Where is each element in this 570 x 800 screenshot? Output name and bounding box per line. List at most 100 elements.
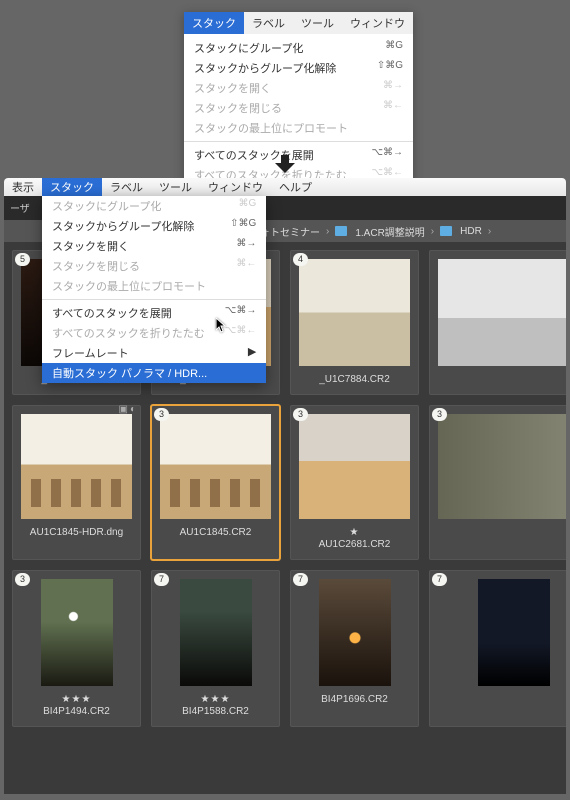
menu-item-label: スタックにグループ化	[194, 40, 303, 56]
thumbnail-cell[interactable]: 3	[429, 405, 566, 560]
cursor-icon	[216, 318, 228, 334]
thumbnail-cell[interactable]	[429, 250, 566, 395]
menu-item-ungroup[interactable]: スタックからグループ化解除⇧⌘G	[184, 58, 413, 78]
app-menubar: 表示 スタック ラベル ツール ウィンドウ ヘルプ	[4, 178, 566, 196]
filename-label: _U1C7884.CR2	[291, 374, 418, 386]
menu-item-label: すべてのスタックを展開	[52, 305, 172, 321]
stack-count-badge: 3	[432, 408, 447, 421]
shortcut: ⌘←	[236, 258, 256, 274]
menu-item-close-stack: スタックを閉じる ⌘←	[184, 98, 413, 118]
stack-count-badge: 5	[15, 253, 30, 266]
dd-promote: スタックの最上位にプロモート	[42, 276, 266, 296]
filename-label: BI4P1494.CR2	[13, 706, 140, 718]
menubar-tool[interactable]: ツール	[151, 178, 200, 197]
menu-item-expand-all[interactable]: すべてのスタックを展開⌥⌘→	[184, 145, 413, 165]
thumbnail-caption: ★AU1C2681.CR2	[291, 523, 418, 559]
thumbnail-cell[interactable]: 7BI4P1696.CR2	[290, 570, 419, 727]
menu-item-label: すべてのスタックを折りたたむ	[52, 325, 205, 341]
tab-window[interactable]: ウィンドウ	[342, 12, 413, 34]
chevron-right-icon: ›	[326, 226, 329, 237]
menu-item-label: フレームレート	[52, 345, 129, 361]
thumbnail-caption	[430, 690, 566, 702]
thumbnail-cell[interactable]: 3 AU1C1845.CR2	[151, 405, 280, 560]
thumbnail-caption	[430, 523, 566, 535]
menubar-help[interactable]: ヘルプ	[271, 178, 320, 197]
thumbnail-caption: ★★★BI4P1588.CR2	[152, 690, 279, 726]
adjust-icon: ◐	[130, 404, 136, 415]
menu-separator	[184, 141, 413, 142]
thumbnail-image[interactable]	[21, 414, 132, 519]
menu-item-label: スタックの最上位にプロモート	[52, 278, 206, 294]
thumbnail-image[interactable]	[438, 414, 566, 519]
menu-item-open-stack: スタックを開く ⌘→	[184, 78, 413, 98]
menu-item-label: すべてのスタックを展開	[194, 147, 314, 163]
breadcrumb-item[interactable]: HDR	[460, 226, 482, 237]
dd-close-stack: スタックを閉じる⌘←	[42, 256, 266, 276]
dd-framerate[interactable]: フレームレート▶	[42, 343, 266, 363]
chevron-right-icon: ›	[431, 226, 434, 237]
dd-collapse-all: すべてのスタックを折りたたむ⌥⌘←	[42, 323, 266, 343]
thumbnail-image[interactable]	[438, 259, 566, 366]
thumbnail-image[interactable]	[478, 579, 550, 686]
app-window: 表示 スタック ラベル ツール ウィンドウ ヘルプ ーザ タルフォトセミナー ›…	[4, 178, 566, 794]
dd-expand-all[interactable]: すべてのスタックを展開⌥⌘→	[42, 303, 266, 323]
dd-group: スタックにグループ化⌘G	[42, 196, 266, 216]
folder-icon	[440, 226, 452, 236]
top-menu-tabs: スタック ラベル ツール ウィンドウ	[184, 12, 413, 34]
menu-item-group[interactable]: スタックにグループ化 ⌘G	[184, 38, 413, 58]
thumbnail-cell[interactable]: ▣◐ AU1C1845-HDR.dng	[12, 405, 141, 560]
stack-count-badge: 7	[154, 573, 169, 586]
thumbnail-cell[interactable]: 4_U1C7884.CR2	[290, 250, 419, 395]
shortcut: ⌘→	[383, 80, 403, 96]
menu-item-label: スタックを開く	[194, 80, 271, 96]
stack-count-badge: 3	[15, 573, 30, 586]
shortcut: ⌘G	[385, 40, 403, 56]
shortcut: ⌘G	[239, 198, 257, 214]
filename-label: AU1C1845.CR2	[152, 527, 279, 539]
arrow-down-icon	[275, 155, 295, 173]
rating-stars: ★★★	[13, 694, 140, 706]
rating-stars: ★★★	[152, 694, 279, 706]
stack-count-badge: 3	[154, 408, 169, 421]
stack-count-badge: 7	[432, 573, 447, 586]
edit-icons: ▣◐	[119, 404, 137, 415]
menubar-stack[interactable]: スタック	[42, 178, 102, 197]
thumbnail-image[interactable]	[299, 259, 410, 366]
shortcut: ⌘→	[236, 238, 256, 254]
stack-count-badge: 7	[293, 573, 308, 586]
tab-tool[interactable]: ツール	[293, 12, 342, 34]
dd-auto-stack-hdr[interactable]: 自動スタック パノラマ / HDR...	[42, 363, 266, 383]
thumbnail-cell[interactable]: 7 ★★★BI4P1588.CR2	[151, 570, 280, 727]
filename-label: AU1C1845-HDR.dng	[13, 527, 140, 539]
menu-item-label: 自動スタック パノラマ / HDR...	[52, 365, 207, 381]
thumbnail-cell[interactable]: 7	[429, 570, 566, 727]
stack-dropdown: スタックにグループ化⌘G スタックからグループ化解除⇧⌘G スタックを開く⌘→ …	[42, 196, 266, 383]
tab-stack[interactable]: スタック	[184, 12, 244, 34]
thumbnail-caption: AU1C1845.CR2	[152, 523, 279, 547]
filename-label: BI4P1588.CR2	[152, 706, 279, 718]
thumbnail-caption: AU1C1845-HDR.dng	[13, 523, 140, 547]
stack-count-badge: 3	[293, 408, 308, 421]
thumbnail-image[interactable]	[41, 579, 113, 686]
breadcrumb-item[interactable]: 1.ACR調整説明	[355, 224, 424, 239]
menubar-view[interactable]: 表示	[4, 178, 42, 197]
menu-item-label: スタックを閉じる	[194, 100, 282, 116]
menubar-window[interactable]: ウィンドウ	[200, 178, 271, 197]
rating-stars: ★	[291, 527, 418, 539]
thumbnail-cell[interactable]: 3 ★★★BI4P1494.CR2	[12, 570, 141, 727]
thumbnail-image[interactable]	[180, 579, 252, 686]
folder-icon	[335, 226, 347, 236]
thumbnail-cell[interactable]: 3 ★AU1C2681.CR2	[290, 405, 419, 560]
thumbnail-caption: _U1C7884.CR2	[291, 370, 418, 394]
thumbnail-image[interactable]	[299, 414, 410, 519]
tab-label[interactable]: ラベル	[244, 12, 293, 34]
menu-separator	[42, 299, 266, 300]
menubar-label[interactable]: ラベル	[102, 178, 151, 197]
thumbnail-image[interactable]	[319, 579, 391, 686]
shortcut: ⇧⌘G	[377, 60, 403, 76]
thumbnail-image[interactable]	[160, 414, 271, 519]
dd-ungroup[interactable]: スタックからグループ化解除⇧⌘G	[42, 216, 266, 236]
shortcut: ⌘←	[383, 100, 403, 116]
chevron-right-icon: ›	[488, 226, 491, 237]
dd-open-stack[interactable]: スタックを開く⌘→	[42, 236, 266, 256]
